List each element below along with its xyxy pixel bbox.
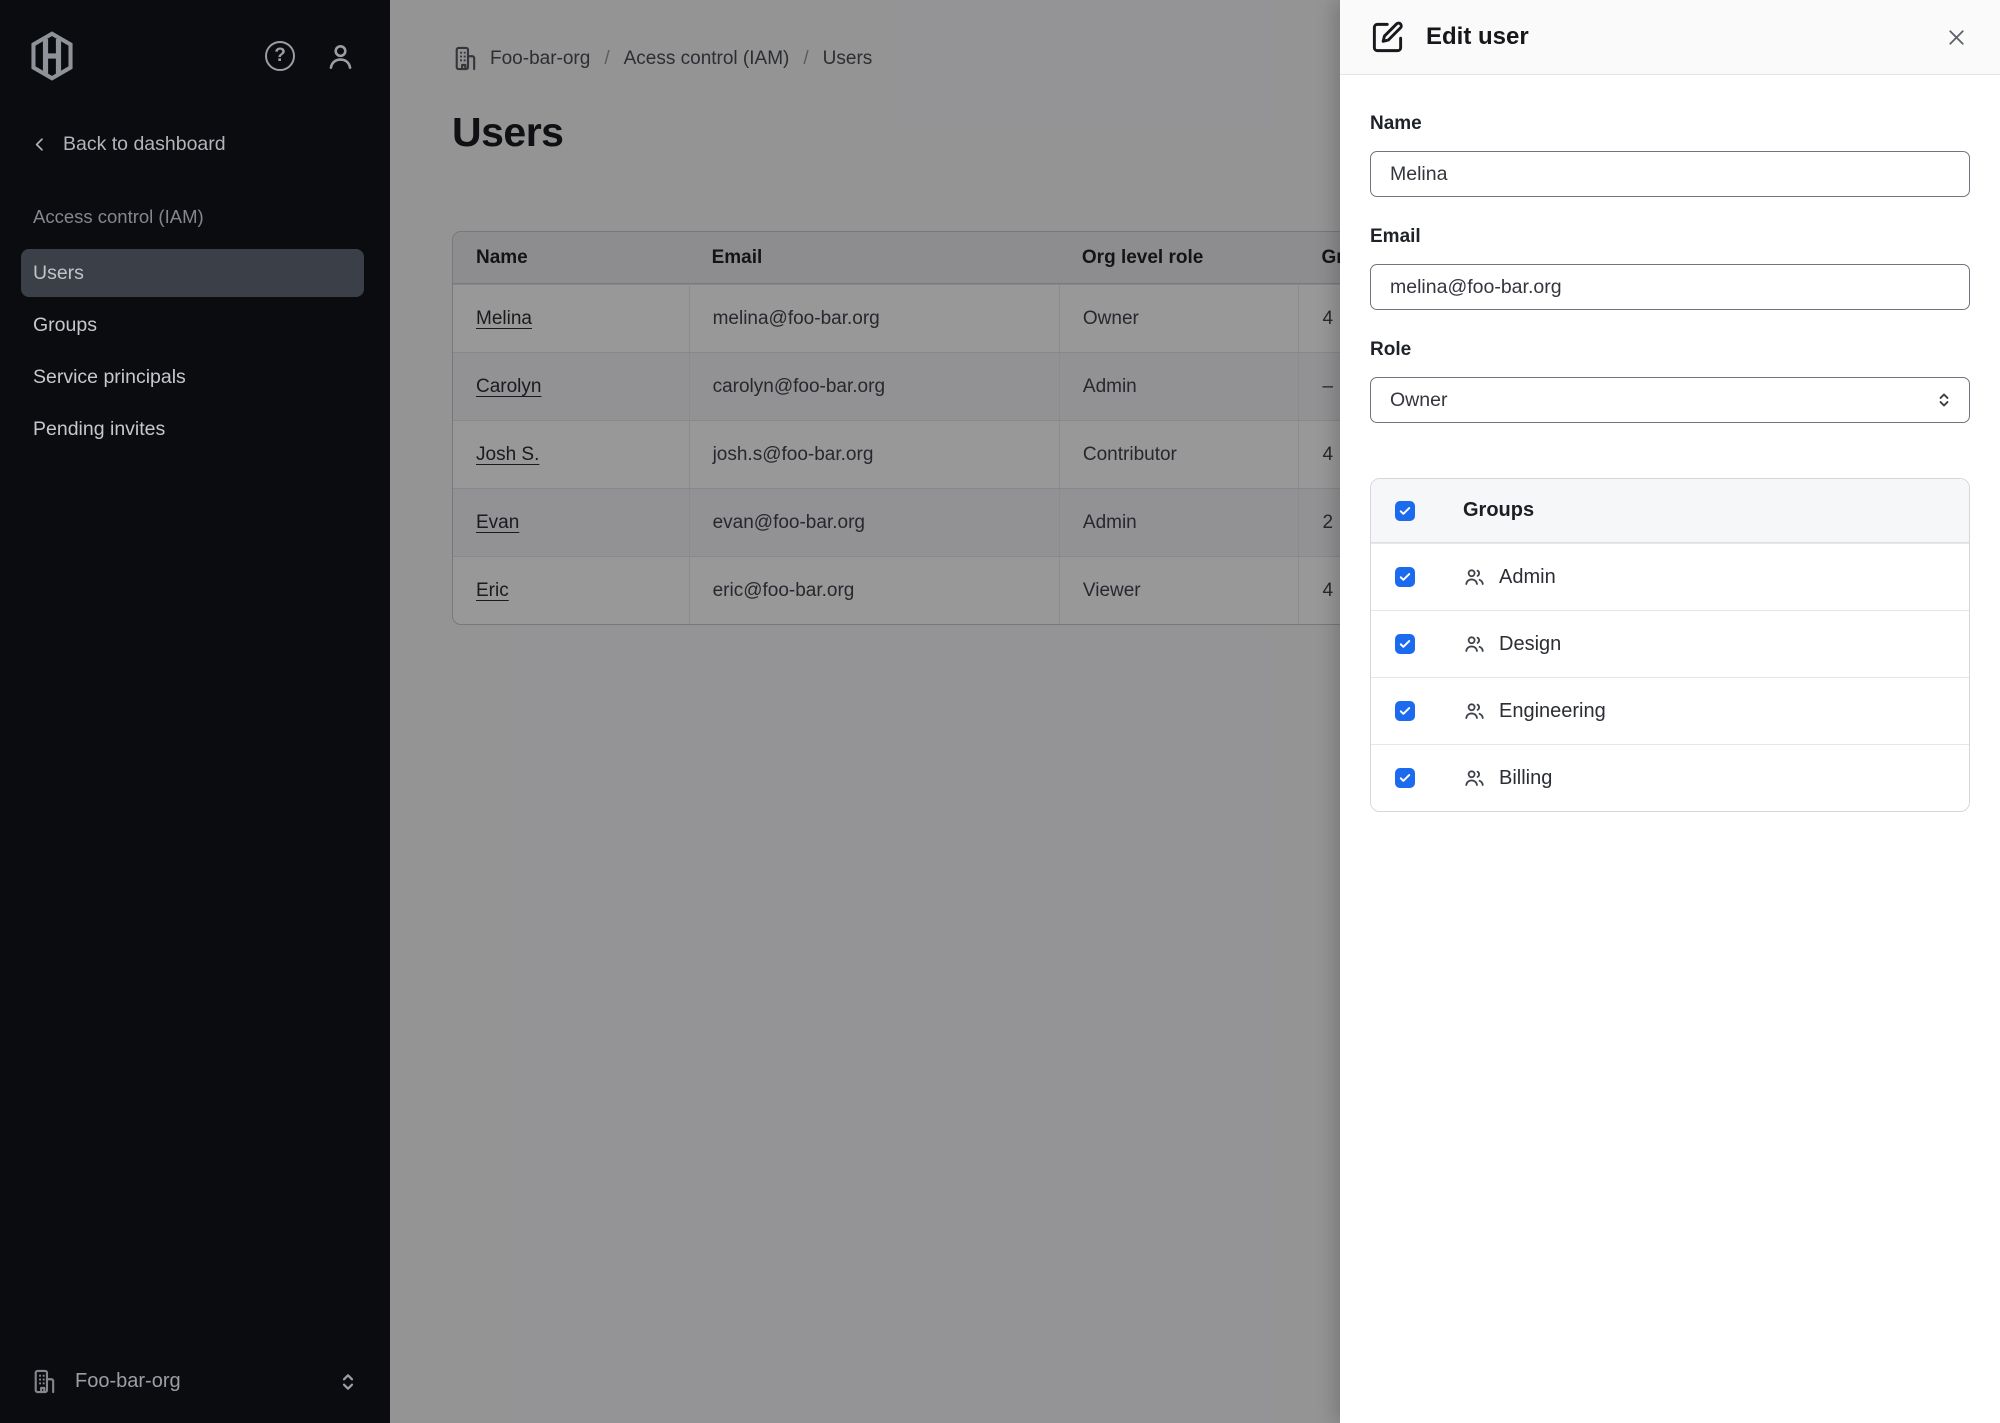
users-icon — [1463, 767, 1486, 790]
org-switcher[interactable]: Foo-bar-org — [0, 1354, 390, 1409]
help-icon — [265, 41, 295, 71]
group-label: Billing — [1499, 767, 1552, 790]
nav-section-label: Access control (IAM) — [33, 206, 390, 228]
group-label: Engineering — [1499, 700, 1606, 723]
select-caret-icon — [1933, 389, 1955, 411]
org-switcher-label: Foo-bar-org — [75, 1370, 181, 1393]
groups-header-row: Groups — [1371, 479, 1969, 543]
back-to-dashboard-link[interactable]: Back to dashboard — [31, 133, 390, 156]
sidebar: Back to dashboard Access control (IAM) U… — [0, 0, 390, 1423]
group-checkbox[interactable] — [1395, 634, 1415, 654]
users-icon — [1463, 700, 1486, 723]
edit-user-drawer: Edit user Name Email Role Owner — [1340, 0, 2000, 1423]
unfold-icon — [336, 1370, 360, 1394]
group-label: Admin — [1499, 566, 1556, 589]
drawer-header: Edit user — [1340, 0, 2000, 75]
drawer-title: Edit user — [1426, 23, 1529, 51]
name-field-label: Name — [1370, 111, 1970, 137]
sidebar-item-service-principals[interactable]: Service principals — [0, 351, 390, 403]
groups-header-label: Groups — [1463, 499, 1534, 522]
sidebar-top — [0, 0, 390, 81]
close-icon — [1945, 26, 1968, 49]
role-select[interactable]: Owner — [1370, 377, 1970, 423]
role-select-value: Owner — [1390, 389, 1447, 412]
sidebar-item-users[interactable]: Users — [21, 249, 364, 297]
group-row-engineering: Engineering — [1371, 677, 1969, 744]
name-input[interactable] — [1370, 151, 1970, 197]
group-checkbox[interactable] — [1395, 567, 1415, 587]
email-field-label: Email — [1370, 224, 1970, 250]
groups-table: Groups — [1370, 478, 1970, 812]
help-button[interactable] — [265, 41, 295, 71]
group-row-design: Design — [1371, 610, 1969, 677]
sidebar-top-icons — [265, 41, 356, 72]
group-checkbox[interactable] — [1395, 701, 1415, 721]
users-icon — [1463, 633, 1486, 656]
hashicorp-logo-icon — [27, 31, 77, 81]
select-all-checkbox[interactable] — [1395, 501, 1415, 521]
sidebar-item-pending-invites[interactable]: Pending invites — [0, 403, 390, 455]
user-menu-button[interactable] — [325, 41, 356, 72]
close-button[interactable] — [1945, 26, 1968, 49]
sidebar-item-groups[interactable]: Groups — [0, 299, 390, 351]
users-icon — [1463, 566, 1486, 589]
sidebar-nav: Users Groups Service principals Pending … — [0, 247, 390, 455]
role-field-label: Role — [1370, 337, 1970, 363]
email-input[interactable] — [1370, 264, 1970, 310]
chevron-left-icon — [31, 136, 48, 153]
group-row-admin: Admin — [1371, 543, 1969, 610]
building-icon — [31, 1368, 58, 1395]
drawer-body: Name Email Role Owner Groups — [1340, 75, 2000, 812]
edit-icon — [1370, 20, 1405, 55]
group-checkbox[interactable] — [1395, 768, 1415, 788]
back-to-dashboard-label: Back to dashboard — [63, 133, 226, 156]
app-root: Back to dashboard Access control (IAM) U… — [0, 0, 2000, 1423]
group-row-billing: Billing — [1371, 744, 1969, 811]
group-label: Design — [1499, 633, 1561, 656]
user-icon — [325, 41, 356, 72]
